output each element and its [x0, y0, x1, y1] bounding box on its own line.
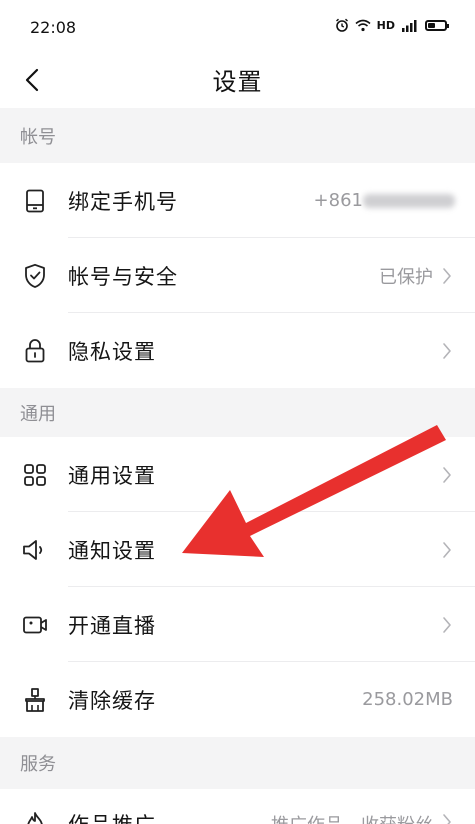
wifi-icon: [355, 19, 371, 31]
page-title: 设置: [212, 68, 263, 96]
cache-size-value: 258.02MB: [362, 689, 453, 710]
section-header-service: 服务: [0, 737, 475, 789]
row-value: 推广作品，收获粉丝: [271, 811, 433, 824]
row-promotion[interactable]: 作品推广 推广作品，收获粉丝: [0, 789, 475, 824]
row-bind-phone[interactable]: 绑定手机号 +861: [0, 163, 475, 238]
row-label: 绑定手机号: [68, 189, 178, 214]
chevron-right-icon: [439, 614, 455, 636]
row-live-streaming[interactable]: 开通直播: [0, 587, 475, 662]
row-privacy[interactable]: 隐私设置: [0, 313, 475, 388]
battery-icon: [425, 19, 449, 31]
grid-icon: [22, 462, 48, 488]
status-time: 22:08: [30, 18, 77, 37]
lock-icon: [22, 338, 48, 364]
brush-icon: [22, 687, 48, 713]
row-label: 开通直播: [68, 613, 156, 638]
chevron-right-icon: [439, 464, 455, 486]
status-bar: 22:08 HD: [0, 0, 475, 56]
row-label: 隐私设置: [68, 339, 156, 364]
row-value-phone: +861: [313, 190, 363, 211]
alarm-icon: [335, 18, 348, 32]
phone-icon: [22, 188, 48, 214]
nav-bar: 设置: [0, 56, 475, 108]
hd-badge: HD: [376, 18, 395, 32]
row-clear-cache[interactable]: 清除缓存 258.02MB: [0, 662, 475, 737]
chevron-right-icon: [439, 265, 455, 287]
row-account-security[interactable]: 帐号与安全 已保护: [0, 238, 475, 313]
section-header-general: 通用: [0, 388, 475, 437]
row-general-settings[interactable]: 通用设置: [0, 437, 475, 512]
phone-number-redacted: [363, 193, 455, 208]
row-label: 作品推广: [68, 809, 156, 824]
row-value: 已保护: [379, 266, 433, 288]
flame-icon: [22, 811, 48, 824]
row-label: 通用设置: [68, 463, 156, 488]
section-header-account: 帐号: [0, 108, 475, 163]
chevron-right-icon: [439, 811, 455, 824]
chevron-right-icon: [439, 539, 455, 561]
status-icons: HD: [335, 18, 449, 32]
row-label: 通知设置: [68, 538, 156, 563]
speaker-icon: [22, 537, 48, 563]
row-label: 清除缓存: [68, 688, 156, 713]
signal-icon: [402, 19, 417, 32]
row-notification-settings[interactable]: 通知设置: [0, 512, 475, 587]
row-label: 帐号与安全: [68, 264, 178, 289]
shield-icon: [22, 263, 48, 289]
chevron-right-icon: [439, 340, 455, 362]
camera-icon: [22, 612, 48, 638]
